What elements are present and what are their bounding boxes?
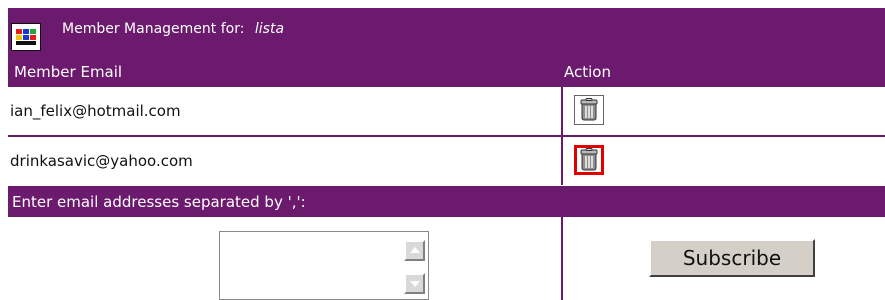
window-app-icon [11,23,41,51]
member-management-panel: Member Management for: lista Member Emai… [0,0,885,300]
member-email: ian_felix@hotmail.com [8,87,563,135]
email-entry-cell [8,217,563,300]
member-action-cell [563,137,885,185]
member-action-cell [563,87,885,135]
members-table-header: Member Email Action [8,58,885,87]
member-management-title-bar: Member Management for: lista [8,8,885,58]
triangle-down-icon[interactable] [404,273,425,294]
list-name: lista [254,21,285,37]
email-addresses-textarea-frame [219,231,429,300]
triangle-up-icon[interactable] [404,240,425,261]
delete-member-button[interactable] [574,95,604,125]
subscribe-button[interactable]: Subscribe [649,239,815,277]
subscribe-form-row: Subscribe [8,217,885,300]
title-prefix: Member Management for: [62,21,245,37]
member-email-column-header: Member Email [14,63,123,81]
email-entry-instructions: Enter email addresses separated by ',': [8,188,885,217]
email-addresses-textarea[interactable] [220,232,398,299]
trash-can-icon [580,148,598,171]
action-column-header: Action [564,63,611,81]
member-email: drinkasavic@yahoo.com [8,137,563,185]
member-row: drinkasavic@yahoo.com [8,137,885,188]
trash-can-icon [580,98,598,121]
member-row: ian_felix@hotmail.com [8,87,885,137]
page-title: Member Management for: lista [62,20,284,38]
delete-member-button-selected[interactable] [574,145,604,175]
subscribe-action-cell: Subscribe [563,217,885,300]
